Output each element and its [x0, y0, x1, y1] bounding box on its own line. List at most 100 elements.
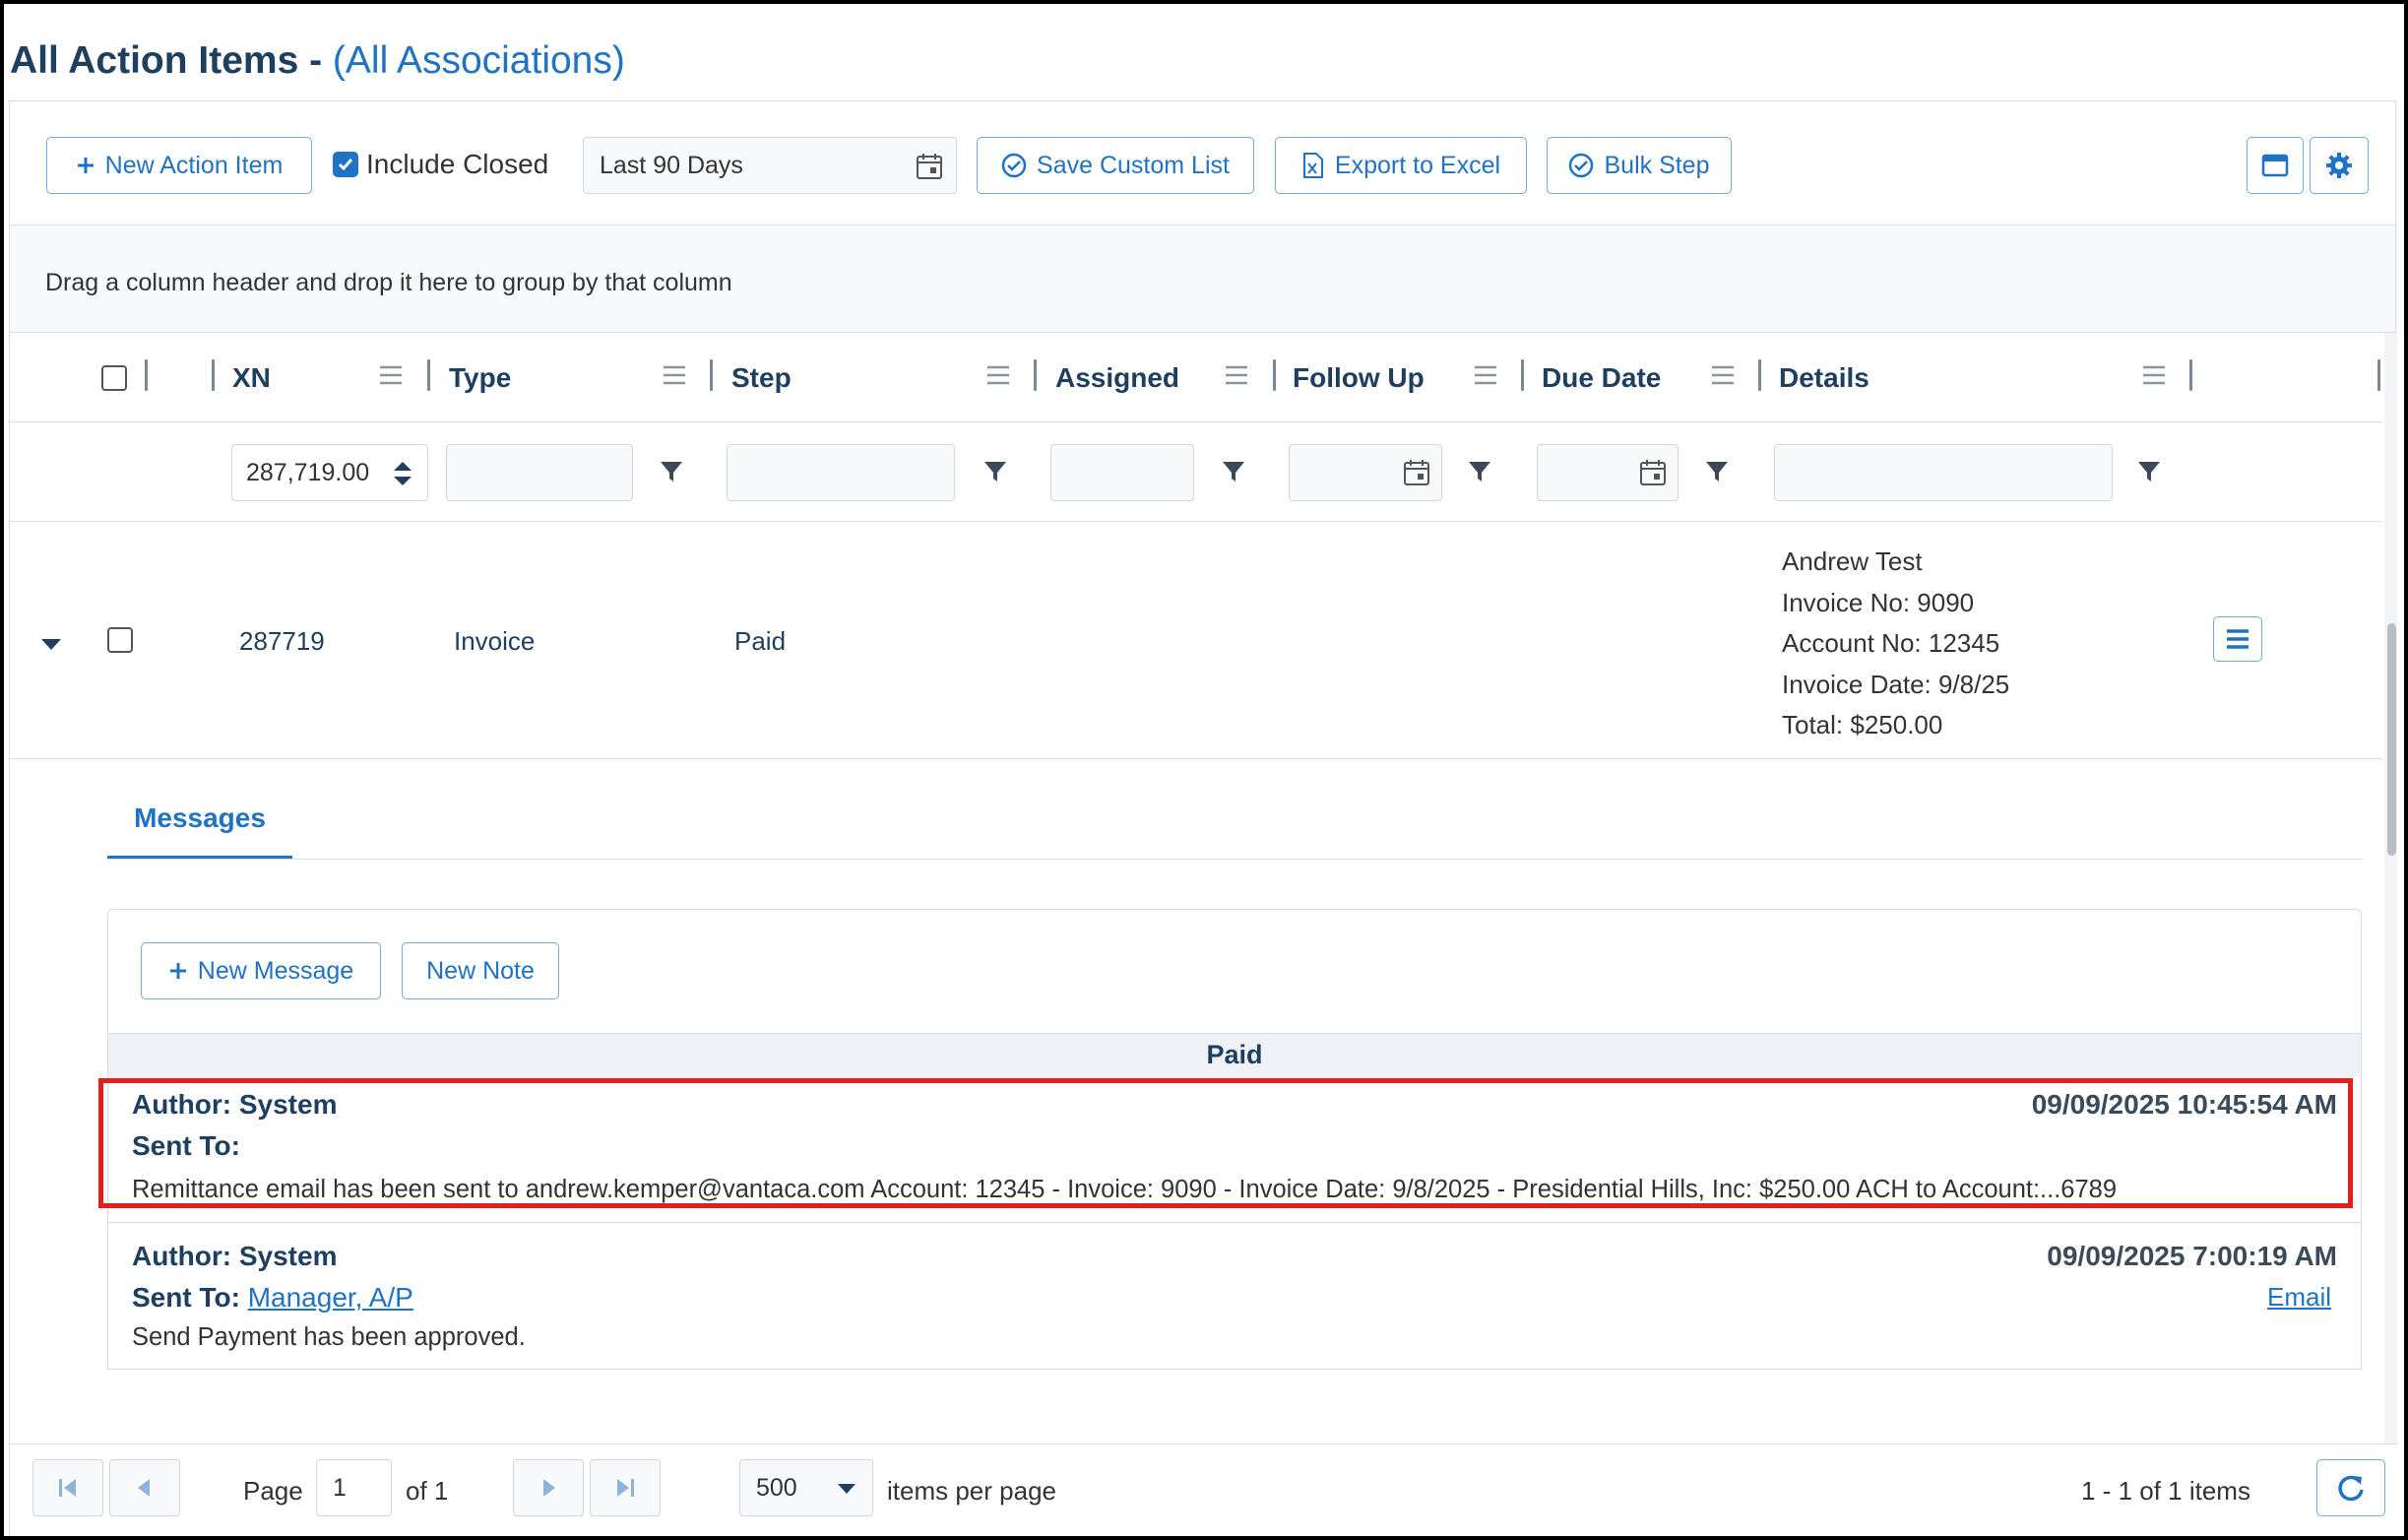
- filter-icon[interactable]: [2137, 460, 2161, 483]
- column-header-xn-label: XN: [232, 361, 271, 393]
- message-item: Author: System 09/09/2025 7:00:19 AM Sen…: [108, 1223, 2361, 1369]
- last-page-button[interactable]: [590, 1459, 661, 1516]
- first-page-button[interactable]: [32, 1459, 103, 1516]
- row-actions-button[interactable]: [2213, 616, 2262, 662]
- layout-toggle-button[interactable]: [2247, 137, 2304, 194]
- action-items-panel: New Action Item Include Closed Last 90 D…: [9, 100, 2397, 1536]
- column-separator[interactable]: [145, 359, 148, 391]
- column-separator[interactable]: [1758, 359, 1761, 391]
- column-header-follow-up[interactable]: Follow Up: [1293, 333, 1425, 422]
- calendar-icon[interactable]: [1638, 458, 1668, 487]
- refresh-button[interactable]: [2316, 1459, 2385, 1516]
- page-number-input[interactable]: 1: [316, 1459, 392, 1516]
- column-menu-icon[interactable]: [378, 364, 404, 386]
- message-item: Author: System 09/09/2025 10:45:54 AM Se…: [108, 1077, 2361, 1230]
- sent-to-label: Sent To:: [132, 1130, 240, 1161]
- assigned-filter-input[interactable]: [1050, 444, 1194, 501]
- window-icon: [2261, 154, 2289, 177]
- column-header-due-date-label: Due Date: [1542, 361, 1662, 393]
- column-header-details[interactable]: Details: [1779, 333, 1869, 422]
- email-link[interactable]: Email: [2267, 1282, 2331, 1313]
- save-custom-list-button[interactable]: Save Custom List: [977, 137, 1254, 194]
- include-closed-toggle[interactable]: Include Closed: [333, 149, 548, 180]
- page-number-value: 1: [333, 1473, 347, 1502]
- chevron-down-icon: [838, 1484, 855, 1494]
- next-page-button[interactable]: [513, 1459, 584, 1516]
- save-custom-list-label: Save Custom List: [1037, 151, 1230, 179]
- calendar-icon[interactable]: [915, 152, 944, 181]
- association-link[interactable]: (All Associations): [333, 39, 625, 82]
- include-closed-checkbox[interactable]: [333, 152, 358, 177]
- details-line: Total: $250.00: [1782, 710, 1943, 739]
- column-separator[interactable]: [710, 359, 713, 391]
- group-drop-zone[interactable]: Drag a column header and drop it here to…: [10, 225, 2395, 333]
- row-details: Andrew Test Invoice No: 9090 Account No:…: [1782, 542, 2009, 746]
- date-range-picker[interactable]: Last 90 Days: [583, 137, 957, 194]
- select-all-checkbox[interactable]: [101, 364, 127, 391]
- filter-icon[interactable]: [1468, 460, 1491, 483]
- column-menu-icon[interactable]: [1224, 364, 1249, 386]
- due-date-filter-input[interactable]: [1537, 444, 1679, 501]
- column-menu-icon[interactable]: [1473, 364, 1498, 386]
- column-separator[interactable]: [1521, 359, 1524, 391]
- items-per-page-label: items per page: [887, 1476, 1056, 1506]
- row-checkbox[interactable]: [107, 627, 133, 653]
- page-title: All Action Items - (All Associations): [10, 39, 625, 83]
- filter-icon[interactable]: [1222, 460, 1245, 483]
- settings-button[interactable]: [2310, 137, 2369, 194]
- column-menu-icon[interactable]: [662, 364, 687, 386]
- message-sent-to: Sent To: Manager, A/P: [132, 1282, 413, 1314]
- tab-messages[interactable]: Messages: [107, 797, 292, 860]
- column-header-type-label: Type: [449, 361, 512, 393]
- column-header-step[interactable]: Step: [731, 333, 792, 422]
- page-count: of 1: [406, 1476, 449, 1506]
- xn-filter-input[interactable]: 287,719.00: [231, 444, 428, 501]
- follow-up-filter-input[interactable]: [1289, 444, 1442, 501]
- message-group-header: Paid: [108, 1033, 2361, 1077]
- column-menu-icon[interactable]: [2141, 364, 2167, 386]
- column-menu-icon[interactable]: [985, 364, 1011, 386]
- export-to-excel-button[interactable]: Export to Excel: [1275, 137, 1527, 194]
- filter-icon[interactable]: [983, 460, 1007, 483]
- step-filter-input[interactable]: [727, 444, 955, 501]
- page-size-select[interactable]: 500: [739, 1459, 873, 1516]
- new-message-button[interactable]: New Message: [141, 942, 381, 999]
- column-separator[interactable]: [2189, 359, 2192, 391]
- column-header-due-date[interactable]: Due Date: [1542, 333, 1661, 422]
- column-separator[interactable]: [427, 359, 430, 391]
- column-menu-icon[interactable]: [1710, 364, 1736, 386]
- column-separator[interactable]: [1034, 359, 1037, 391]
- caret-down-icon[interactable]: [39, 636, 63, 652]
- type-filter-input[interactable]: [446, 444, 633, 501]
- message-body: Send Payment has been approved.: [132, 1323, 526, 1351]
- grid-header: XN Type Step Assigned Follow Up Due Date…: [10, 333, 2382, 422]
- details-line: Andrew Test: [1782, 546, 1923, 576]
- spinner-arrows-icon[interactable]: [392, 459, 413, 488]
- calendar-icon[interactable]: [1402, 458, 1431, 487]
- row-detail-area: Messages New Message New Note Paid Autho…: [10, 759, 2382, 1370]
- details-line: Invoice No: 9090: [1782, 587, 1975, 617]
- previous-page-button[interactable]: [109, 1459, 180, 1516]
- new-message-label: New Message: [197, 956, 354, 985]
- details-filter-input[interactable]: [1774, 444, 2113, 501]
- column-separator[interactable]: [212, 359, 215, 391]
- filter-icon[interactable]: [1705, 460, 1729, 483]
- select-all-header[interactable]: [101, 333, 127, 422]
- column-separator[interactable]: [1273, 359, 1276, 391]
- column-header-xn[interactable]: XN: [232, 333, 271, 422]
- column-separator[interactable]: [2377, 359, 2380, 391]
- scrollbar-thumb[interactable]: [2387, 623, 2396, 856]
- vertical-scrollbar[interactable]: [2384, 333, 2397, 1444]
- row-xn[interactable]: 287719: [239, 626, 325, 657]
- filter-icon[interactable]: [660, 460, 683, 483]
- page-title-text: All Action Items -: [10, 39, 333, 82]
- sent-to-link[interactable]: Manager, A/P: [248, 1282, 413, 1313]
- check-circle-icon: [1569, 153, 1594, 178]
- bulk-step-button[interactable]: Bulk Step: [1547, 137, 1732, 194]
- column-header-assigned[interactable]: Assigned: [1055, 333, 1179, 422]
- pager: Page 1 of 1 500 items per page 1 - 1 of …: [10, 1444, 2397, 1536]
- column-header-type[interactable]: Type: [449, 333, 511, 422]
- new-action-item-button[interactable]: New Action Item: [46, 137, 312, 194]
- table-row[interactable]: 287719 Invoice Paid Andrew Test Invoice …: [10, 522, 2382, 759]
- new-note-button[interactable]: New Note: [402, 942, 559, 999]
